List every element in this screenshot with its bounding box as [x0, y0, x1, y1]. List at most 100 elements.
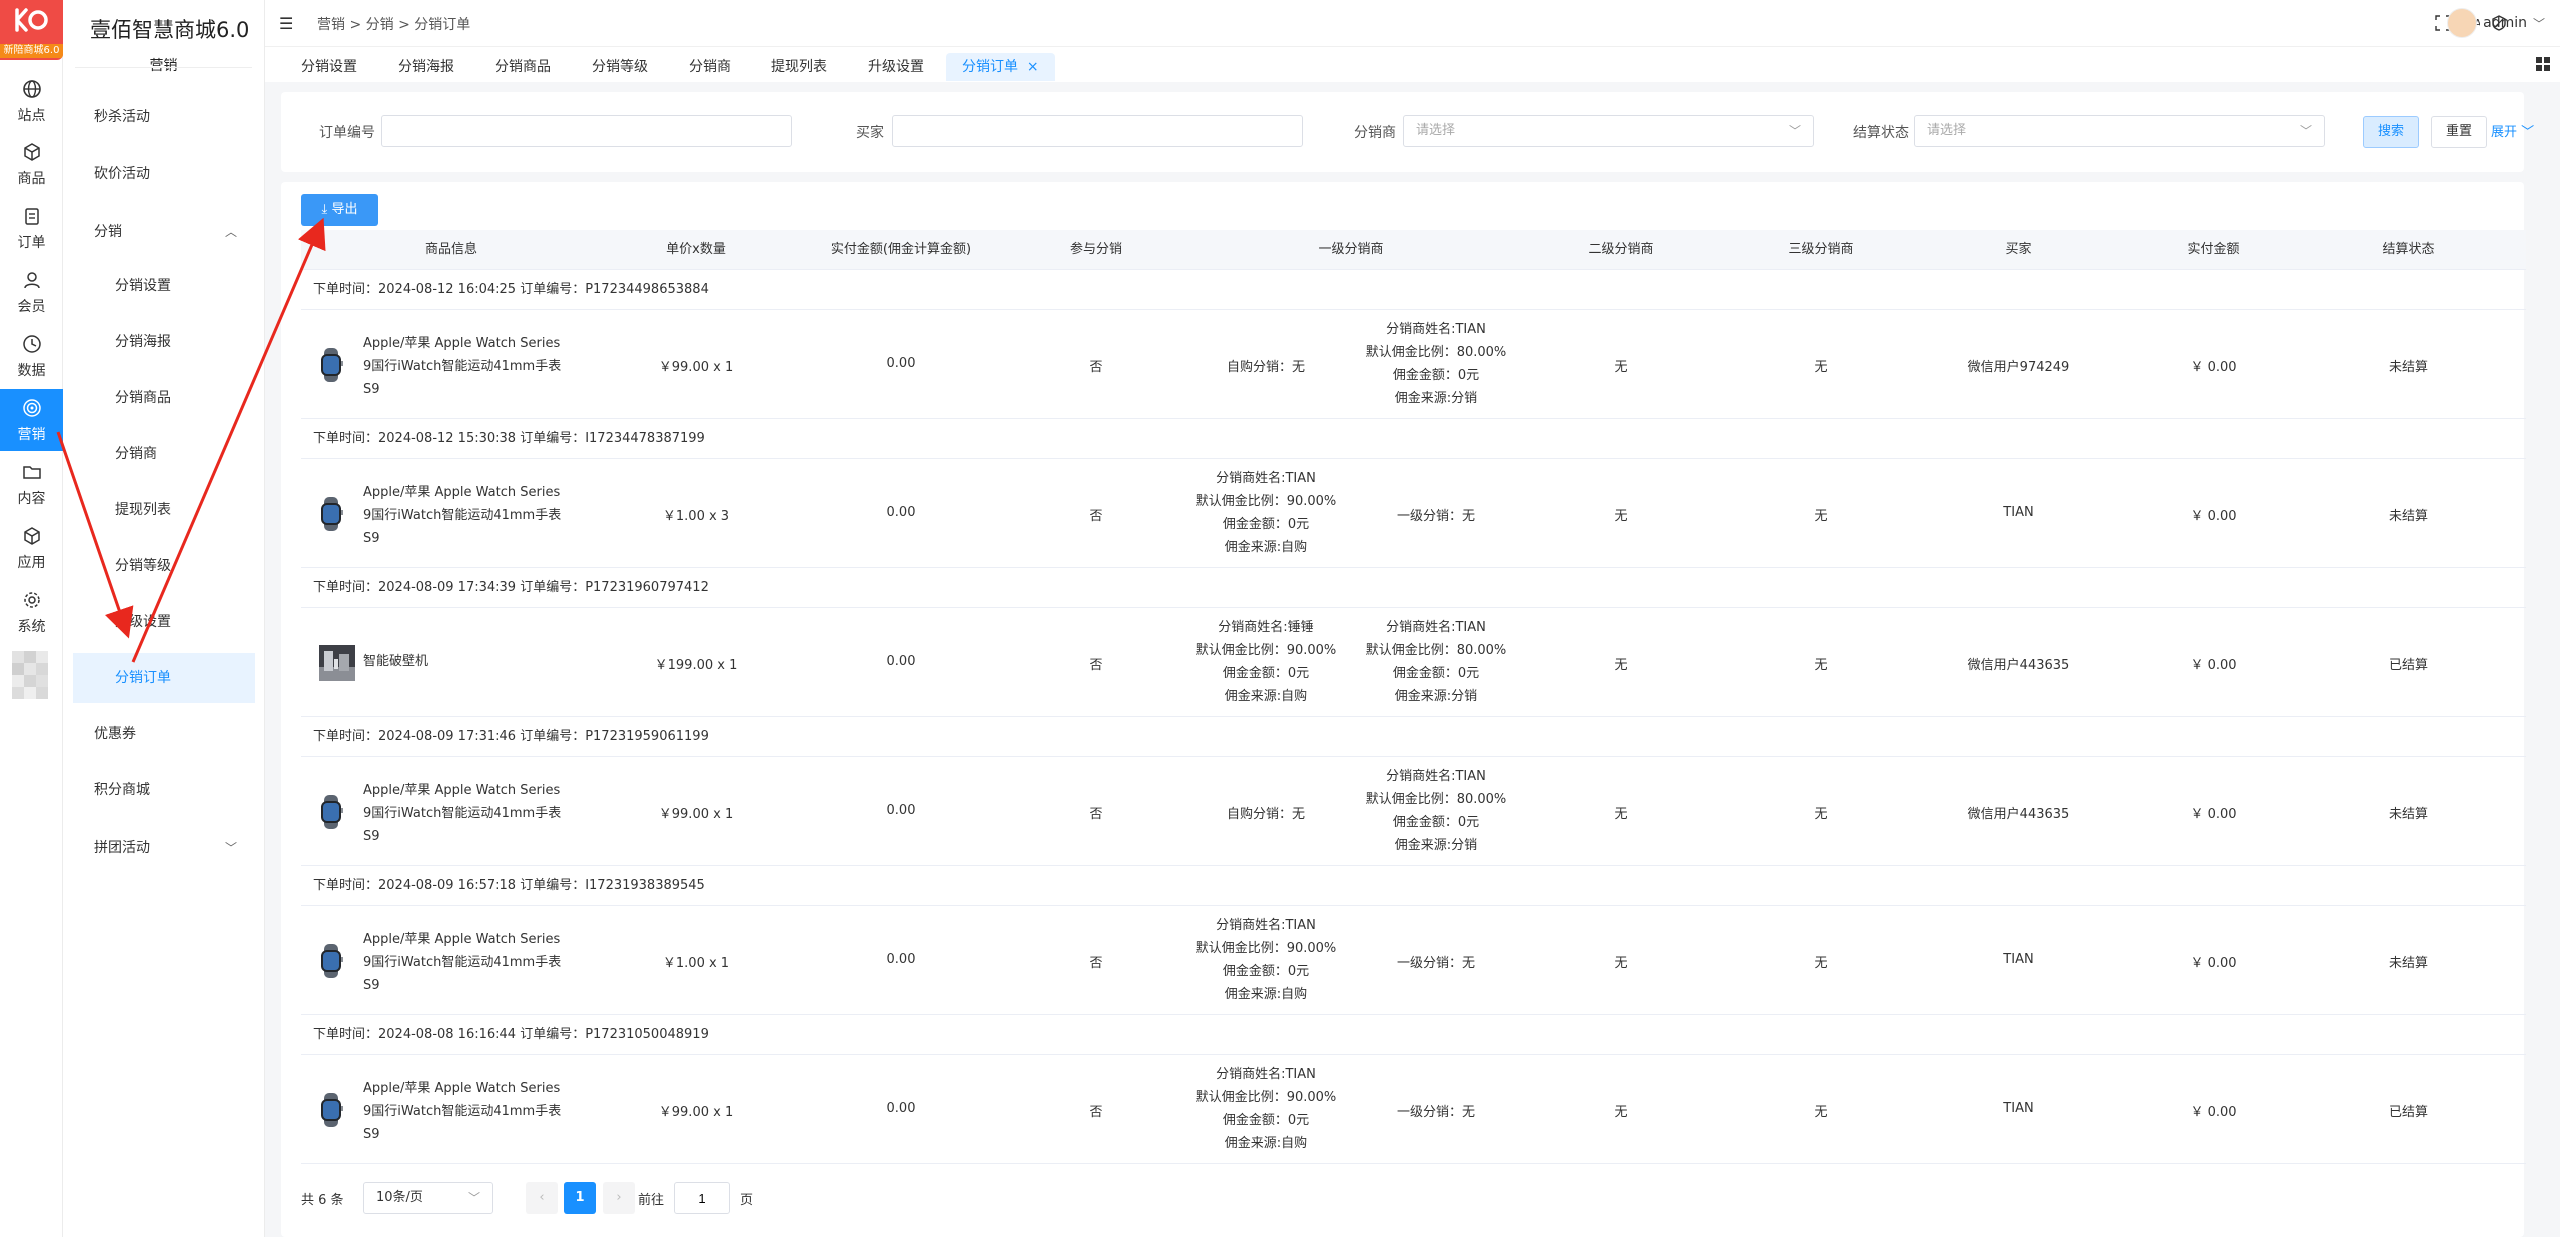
distributor-line: 佣金来源:分销	[1394, 689, 1478, 704]
rail-item-content[interactable]: 内容	[0, 453, 63, 515]
sidebar-item-seckill[interactable]: 秒杀活动	[73, 92, 255, 142]
table-row[interactable]: Apple/苹果 Apple Watch Series 9国行iWatch智能运…	[301, 310, 2526, 419]
expand-label: 展开	[2491, 125, 2518, 140]
search-button[interactable]: 搜索	[2363, 116, 2419, 148]
sidebar-item-distribution-orders[interactable]: 分销订单	[73, 653, 255, 703]
rail-item-marketing[interactable]: 营销	[0, 389, 63, 451]
app-logo[interactable]: 新陪商城6.0	[0, 0, 63, 60]
page-size-select[interactable]: 10条/页 ﹀	[363, 1182, 493, 1214]
tab-distribution-levels[interactable]: 分销等级	[576, 53, 664, 81]
select-placeholder: 请选择	[1927, 123, 1967, 138]
product-thumbnail[interactable]	[313, 1092, 349, 1128]
self-buy-distributor-block: 分销商姓名:TIAN 默认佣金比例：90.00% 佣金金额：0元 佣金来源:自购	[1181, 914, 1351, 1006]
sidebar-item-distribution-settings[interactable]: 分销设置	[73, 261, 255, 311]
close-icon[interactable]: ×	[1027, 59, 1039, 75]
tab-label: 分销等级	[592, 59, 648, 75]
sidebar-item-withdrawals[interactable]: 提现列表	[73, 485, 255, 535]
rail-item-member[interactable]: 会员	[0, 261, 63, 323]
export-button[interactable]: ⤓ 导出	[301, 194, 378, 226]
col-header: 一级分销商	[1318, 242, 1384, 257]
table-row[interactable]: 智能破壁机 ￥199.00 x 1 0.00 否 分销商姓名:锤锤 默认佣金比例：90.0…	[301, 608, 2526, 717]
rail-item-site[interactable]: 站点	[0, 70, 63, 132]
chevron-down-icon: ﹀	[2532, 16, 2545, 31]
settle-status-select[interactable]: 请选择 ﹀	[1914, 115, 2325, 147]
sidebar-item-distribution-poster[interactable]: 分销海报	[73, 317, 255, 367]
product-name[interactable]: Apple/苹果 Apple Watch Series 9国行iWatch智能运…	[363, 779, 563, 848]
level3-distributor: 无	[1814, 956, 1828, 971]
product-name[interactable]: Apple/苹果 Apple Watch Series 9国行iWatch智能运…	[363, 1077, 563, 1146]
calc-amount: 0.00	[886, 505, 916, 520]
product-thumbnail[interactable]	[313, 496, 349, 532]
blurred-avatar-icon[interactable]	[12, 651, 48, 701]
tab-distribution-settings[interactable]: 分销设置	[285, 53, 373, 81]
tab-distributors[interactable]: 分销商	[673, 53, 747, 81]
order-header: 下单时间：2024-08-08 16:16:44 订单编号：P172310500…	[301, 1015, 2526, 1055]
sidebar-item-label: 优惠券	[94, 726, 136, 742]
grid-menu-icon[interactable]	[2536, 57, 2550, 71]
product-name[interactable]: 智能破壁机	[363, 650, 563, 673]
menu-toggle-icon[interactable]: ☰	[279, 14, 293, 33]
product-thumbnail[interactable]	[313, 794, 349, 830]
expand-link[interactable]: 展开 ﹀	[2491, 121, 2534, 140]
product-name[interactable]: Apple/苹果 Apple Watch Series 9国行iWatch智能运…	[363, 332, 563, 401]
sidebar-item-distribution[interactable]: 分销 ︿	[73, 207, 255, 257]
page-number-current[interactable]: 1	[564, 1182, 596, 1214]
level2-distributor: 无	[1614, 956, 1628, 971]
rail-label: 数据	[17, 363, 46, 379]
order-no-input[interactable]	[381, 115, 792, 147]
sidebar-item-bargain[interactable]: 砍价活动	[73, 149, 255, 199]
next-page-button[interactable]: ›	[603, 1182, 635, 1214]
reset-button[interactable]: 重置	[2431, 116, 2487, 148]
product-thumbnail[interactable]	[313, 645, 361, 681]
sidebar-item-distribution-levels[interactable]: 分销等级	[73, 541, 255, 591]
sidebar-item-coupons[interactable]: 优惠券	[73, 709, 255, 759]
sidebar-item-group-buy[interactable]: 拼团活动 ﹀	[73, 823, 255, 873]
tab-distribution-goods[interactable]: 分销商品	[479, 53, 567, 81]
sidebar-item-label: 分销海报	[115, 334, 171, 350]
self-buy-distribution: 自购分销：无	[1226, 807, 1305, 822]
rail-item-goods[interactable]: 商品	[0, 133, 63, 195]
rail-item-data[interactable]: 数据	[0, 325, 63, 387]
rail-label: 营销	[17, 427, 46, 443]
product-name[interactable]: Apple/苹果 Apple Watch Series 9国行iWatch智能运…	[363, 928, 563, 997]
chevron-up-icon: ︿	[224, 225, 237, 239]
sidebar-item-upgrade-settings[interactable]: 升级设置	[73, 597, 255, 647]
user-icon	[24, 272, 40, 289]
product-name[interactable]: Apple/苹果 Apple Watch Series 9国行iWatch智能运…	[363, 481, 563, 550]
logo-badge: 新陪商城6.0	[0, 44, 63, 58]
chevron-down-icon: ﹀	[2299, 124, 2312, 138]
table-row[interactable]: Apple/苹果 Apple Watch Series 9国行iWatch智能运…	[301, 906, 2526, 1015]
cube-icon	[24, 527, 40, 545]
buyer-input[interactable]	[892, 115, 1303, 147]
sidebar-item-label: 分销设置	[115, 278, 171, 294]
tab-withdrawals[interactable]: 提现列表	[755, 53, 843, 81]
select-placeholder: 请选择	[1416, 123, 1456, 138]
sidebar-item-distributors[interactable]: 分销商	[73, 429, 255, 479]
table-row[interactable]: Apple/苹果 Apple Watch Series 9国行iWatch智能运…	[301, 1055, 2526, 1164]
settle-status: 未结算	[2388, 360, 2428, 375]
level2-distributor: 无	[1614, 360, 1628, 375]
paid-amount: ￥ 0.00	[2190, 658, 2237, 673]
rail-item-apps[interactable]: 应用	[0, 517, 63, 579]
distributor-select[interactable]: 请选择 ﹀	[1403, 115, 1814, 147]
sidebar-item-distribution-goods[interactable]: 分销商品	[73, 373, 255, 423]
goto-page-input[interactable]	[674, 1182, 730, 1214]
sidebar-item-points-mall[interactable]: 积分商城	[73, 765, 255, 815]
table-row[interactable]: Apple/苹果 Apple Watch Series 9国行iWatch智能运…	[301, 757, 2526, 866]
product-thumbnail[interactable]	[313, 347, 349, 383]
rail-item-system[interactable]: 系统	[0, 581, 63, 643]
product-thumbnail[interactable]	[313, 943, 349, 979]
distributor-line: 默认佣金比例：80.00%	[1365, 345, 1507, 360]
user-menu[interactable]: admin ﹀	[2447, 8, 2545, 38]
tab-upgrade-settings[interactable]: 升级设置	[852, 53, 940, 81]
col-header: 二级分销商	[1588, 242, 1654, 257]
rail-item-order[interactable]: 订单	[0, 197, 63, 259]
level1-distribution: 一级分销：无	[1396, 956, 1475, 971]
distributor-line: 分销商姓名:TIAN	[1386, 769, 1486, 784]
prev-page-button[interactable]: ‹	[526, 1182, 558, 1214]
tab-distribution-poster[interactable]: 分销海报	[382, 53, 470, 81]
order-group: 下单时间：2024-08-12 16:04:25 订单编号：P172344986…	[301, 270, 2526, 419]
level2-distributor: 无	[1614, 658, 1628, 673]
table-row[interactable]: Apple/苹果 Apple Watch Series 9国行iWatch智能运…	[301, 459, 2526, 568]
tab-distribution-orders[interactable]: 分销订单 ×	[946, 53, 1055, 81]
